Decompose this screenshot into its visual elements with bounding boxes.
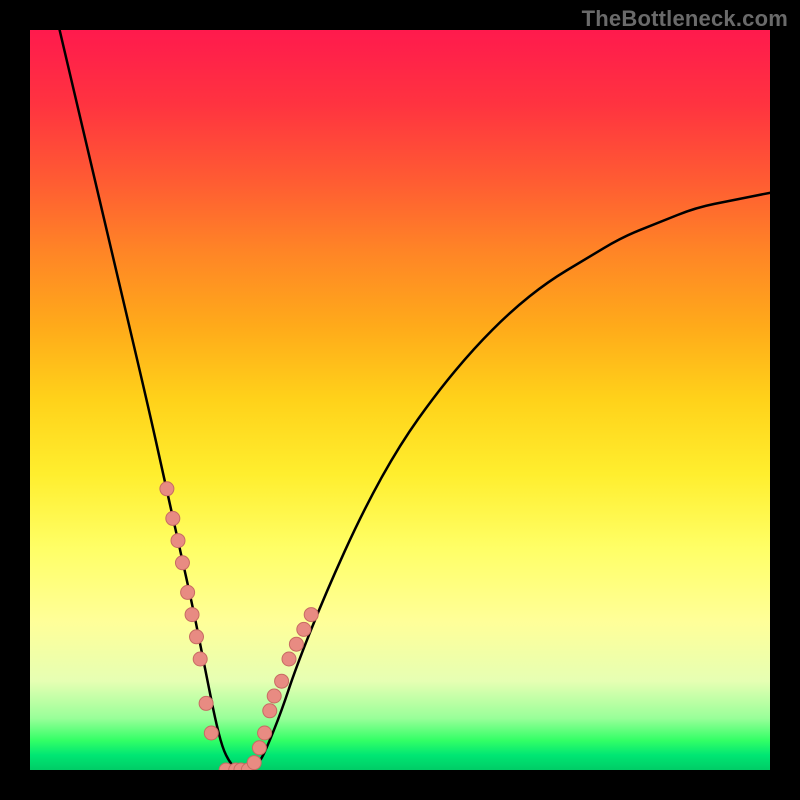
- bead-point: [297, 622, 311, 636]
- bead-point: [282, 652, 296, 666]
- bead-point: [199, 696, 213, 710]
- bead-point: [160, 482, 174, 496]
- bead-point: [166, 511, 180, 525]
- bead-point: [304, 608, 318, 622]
- bead-point: [289, 637, 303, 651]
- bead-point: [204, 726, 218, 740]
- curve-svg: [30, 30, 770, 770]
- bead-point: [185, 608, 199, 622]
- bottleneck-curve: [60, 30, 770, 770]
- bead-point: [247, 756, 261, 770]
- bead-point: [258, 726, 272, 740]
- bead-point: [252, 741, 266, 755]
- bead-point: [190, 630, 204, 644]
- bead-point: [193, 652, 207, 666]
- plot-area: [30, 30, 770, 770]
- bead-point: [275, 674, 289, 688]
- bead-point: [171, 534, 185, 548]
- bead-point: [263, 704, 277, 718]
- watermark-text: TheBottleneck.com: [582, 6, 788, 32]
- bead-point: [181, 585, 195, 599]
- chart-frame: TheBottleneck.com: [0, 0, 800, 800]
- bead-markers: [160, 482, 318, 770]
- bead-point: [175, 556, 189, 570]
- bead-point: [267, 689, 281, 703]
